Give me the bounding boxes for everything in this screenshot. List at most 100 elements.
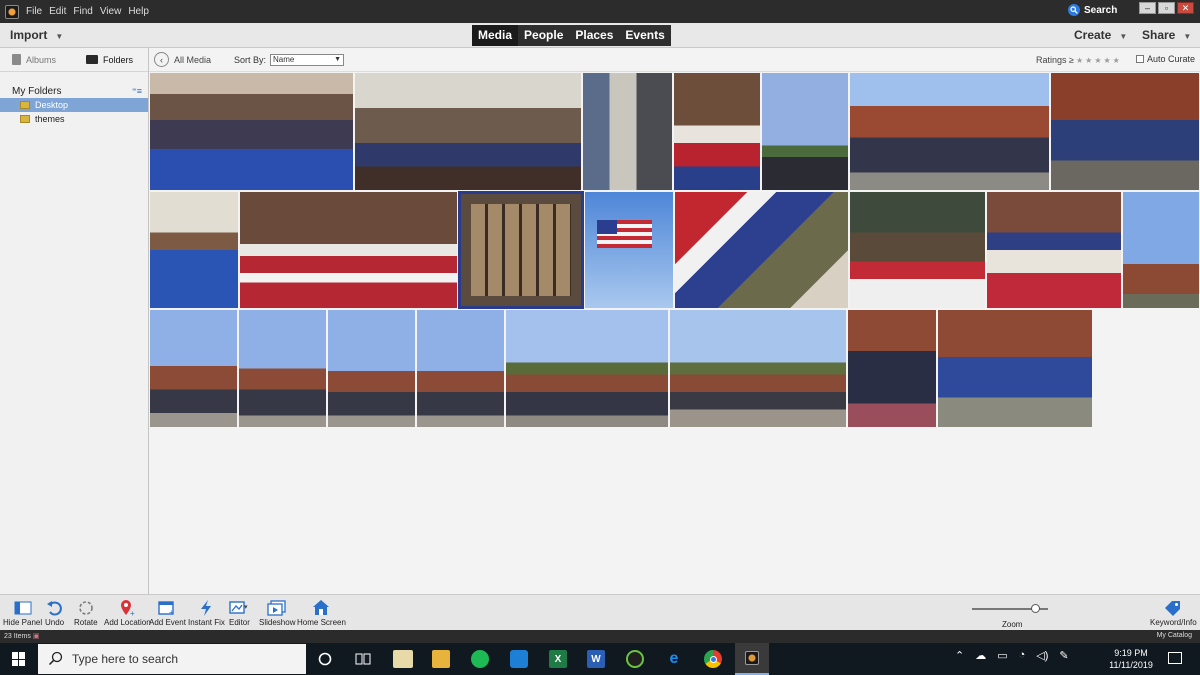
auto-curate-label: Auto Curate	[1147, 54, 1196, 64]
photo-thumbnail[interactable]	[238, 309, 327, 428]
photo-thumbnail[interactable]	[584, 191, 674, 309]
elements-app-active-icon[interactable]	[735, 643, 769, 675]
photo-thumbnail[interactable]	[582, 72, 673, 191]
photo-thumbnail[interactable]	[327, 309, 416, 428]
svg-text:▾: ▾	[244, 604, 248, 611]
folder-icon	[20, 101, 30, 109]
home-icon	[312, 598, 330, 618]
star-icon[interactable]: ★	[1076, 56, 1083, 65]
my-folders-label: My Folders	[12, 85, 62, 97]
star-icon[interactable]: ★	[1113, 56, 1120, 65]
tab-events[interactable]: Events	[619, 25, 670, 46]
folder-item-desktop[interactable]: Desktop	[0, 98, 148, 112]
system-clock[interactable]: 9:19 PM 11/11/2019	[1100, 647, 1162, 671]
battery-icon[interactable]: ▭	[997, 649, 1007, 662]
wifi-icon[interactable]: ◔	[1019, 649, 1026, 662]
folder-label: themes	[35, 114, 65, 124]
elements-organizer-taskbar-icon[interactable]	[393, 650, 413, 668]
menu-bar: File Edit Find View Help	[26, 6, 156, 17]
file-explorer-icon[interactable]	[432, 650, 450, 668]
folders-toggle[interactable]: Folders	[86, 55, 133, 65]
slideshow-button[interactable]: Slideshow	[259, 598, 295, 627]
star-icon[interactable]: ★	[1085, 56, 1092, 65]
maximize-button[interactable]: ▫	[1158, 2, 1175, 14]
folder-icon	[20, 115, 30, 123]
menu-edit[interactable]: Edit	[49, 6, 66, 17]
zoom-handle[interactable]	[1030, 604, 1040, 613]
catalog-name[interactable]: My Catalog	[1157, 632, 1192, 639]
rotate-button[interactable]: Rotate	[74, 598, 98, 627]
chevron-up-icon[interactable]: ⌃	[955, 649, 964, 662]
keyword-info-button[interactable]: Keyword/Info	[1150, 598, 1197, 627]
photo-thumbnail[interactable]	[849, 191, 986, 309]
onedrive-icon[interactable]: ☁	[975, 649, 986, 662]
undo-button[interactable]: Undo	[45, 598, 64, 627]
chevron-down-icon: ▼	[334, 56, 342, 63]
search-button[interactable]: Search	[1068, 4, 1117, 16]
task-view-icon[interactable]	[354, 650, 372, 668]
minimize-button[interactable]: –	[1139, 2, 1156, 14]
photo-thumbnail[interactable]	[149, 72, 354, 191]
list-options-icon[interactable]: ⁼≡	[132, 86, 142, 97]
pen-icon[interactable]: ✎	[1059, 649, 1068, 662]
all-media-link[interactable]: All Media	[174, 55, 211, 65]
auto-curate-checkbox[interactable]: Auto Curate	[1136, 54, 1195, 64]
photo-thumbnail[interactable]	[849, 72, 1050, 191]
sort-by-select[interactable]: Name ▼	[270, 54, 345, 66]
taskbar-search-box[interactable]: Type here to search	[38, 644, 306, 674]
tab-media[interactable]: Media	[472, 25, 519, 46]
windows-start-icon[interactable]	[12, 652, 26, 666]
photo-thumbnail[interactable]	[674, 191, 849, 309]
hide-panel-button[interactable]: Hide Panel	[3, 598, 42, 627]
photo-thumbnail[interactable]	[1122, 191, 1200, 309]
menu-find[interactable]: Find	[73, 6, 92, 17]
photo-thumbnail[interactable]	[937, 309, 1093, 428]
photo-thumbnail[interactable]	[239, 191, 458, 309]
photo-thumbnail[interactable]	[416, 309, 505, 428]
star-icon[interactable]: ★	[1103, 56, 1110, 65]
tab-people[interactable]: People	[518, 25, 569, 46]
photo-collage-inner	[471, 204, 571, 296]
camera-app-icon[interactable]	[510, 650, 528, 668]
photo-thumbnail[interactable]	[673, 72, 761, 191]
word-icon[interactable]: W	[587, 650, 605, 668]
close-button[interactable]: ✕	[1177, 2, 1194, 14]
chrome-icon[interactable]	[704, 650, 722, 668]
folder-item-themes[interactable]: themes	[0, 112, 148, 126]
volume-icon[interactable]: ◁)	[1036, 649, 1048, 662]
photo-thumbnail[interactable]	[458, 191, 584, 309]
star-icon[interactable]: ★	[1094, 56, 1101, 65]
notification-icon[interactable]	[1168, 652, 1182, 664]
back-arrow-icon[interactable]: ‹	[154, 52, 169, 67]
photo-thumbnail[interactable]	[149, 309, 238, 428]
menu-view[interactable]: View	[100, 6, 122, 17]
window-controls: – ▫ ✕	[1139, 2, 1194, 14]
tool-label: Instant Fix	[188, 618, 225, 627]
instant-fix-button[interactable]: Instant Fix	[188, 598, 225, 627]
editor-button[interactable]: ▾ Editor	[229, 598, 250, 627]
cortana-icon[interactable]	[316, 650, 334, 668]
app-green-circle-icon[interactable]	[626, 650, 644, 668]
edge-icon[interactable]: e	[665, 650, 683, 668]
photo-thumbnail[interactable]	[1050, 72, 1200, 191]
import-button[interactable]: Import ▼	[10, 28, 63, 42]
create-button[interactable]: Create ▼	[1074, 28, 1127, 42]
home-screen-button[interactable]: Home Screen	[297, 598, 346, 627]
photo-thumbnail[interactable]	[669, 309, 847, 428]
photo-thumbnail[interactable]	[149, 191, 239, 309]
photo-thumbnail[interactable]	[354, 72, 582, 191]
share-button[interactable]: Share ▼	[1142, 28, 1191, 42]
photo-thumbnail[interactable]	[505, 309, 669, 428]
tab-places[interactable]: Places	[569, 25, 619, 46]
photo-thumbnail[interactable]	[847, 309, 937, 428]
albums-icon	[12, 54, 21, 65]
add-location-button[interactable]: + Add Location	[104, 598, 151, 627]
menu-help[interactable]: Help	[128, 6, 149, 17]
add-event-button[interactable]: + Add Event	[149, 598, 186, 627]
spotify-icon[interactable]	[471, 650, 489, 668]
photo-thumbnail[interactable]	[761, 72, 849, 191]
excel-icon[interactable]: X	[549, 650, 567, 668]
photo-thumbnail[interactable]	[986, 191, 1122, 309]
menu-file[interactable]: File	[26, 6, 42, 17]
albums-toggle[interactable]: Albums	[12, 54, 56, 65]
